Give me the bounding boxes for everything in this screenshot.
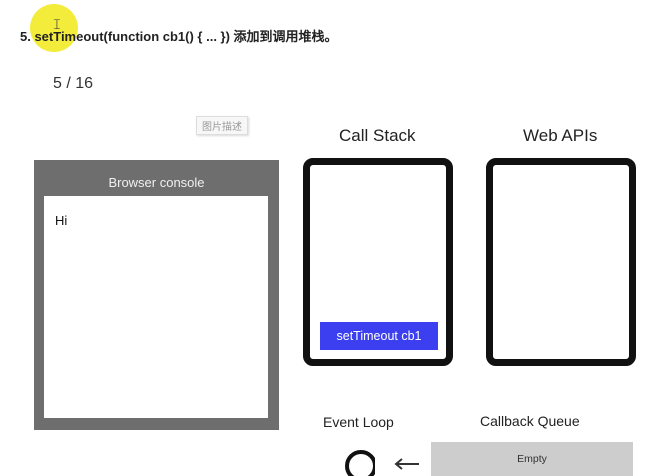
console-output-line: Hi bbox=[55, 213, 68, 228]
queue-status: Empty bbox=[517, 453, 547, 465]
web-apis-title: Web APIs bbox=[523, 126, 598, 145]
callback-queue-box: Empty bbox=[431, 442, 633, 476]
page-counter: 5 / 16 bbox=[53, 75, 94, 92]
step-title: 5. setTimeout(function cb1() { ... }) 添加… bbox=[20, 29, 338, 44]
call-stack-box: setTimeout cb1 bbox=[303, 158, 453, 366]
call-stack-title: Call Stack bbox=[339, 126, 416, 145]
stack-frame: setTimeout cb1 bbox=[320, 322, 438, 350]
web-apis-box bbox=[486, 158, 636, 366]
arrow-left-icon bbox=[394, 458, 419, 470]
browser-console: Browser console Hi bbox=[34, 160, 279, 430]
callback-queue-title: Callback Queue bbox=[480, 413, 580, 429]
loop-icon bbox=[345, 450, 375, 476]
console-output: Hi bbox=[44, 196, 268, 418]
image-caption: 图片描述 bbox=[196, 116, 248, 135]
event-loop-title: Event Loop bbox=[323, 414, 394, 430]
console-title: Browser console bbox=[108, 175, 205, 190]
